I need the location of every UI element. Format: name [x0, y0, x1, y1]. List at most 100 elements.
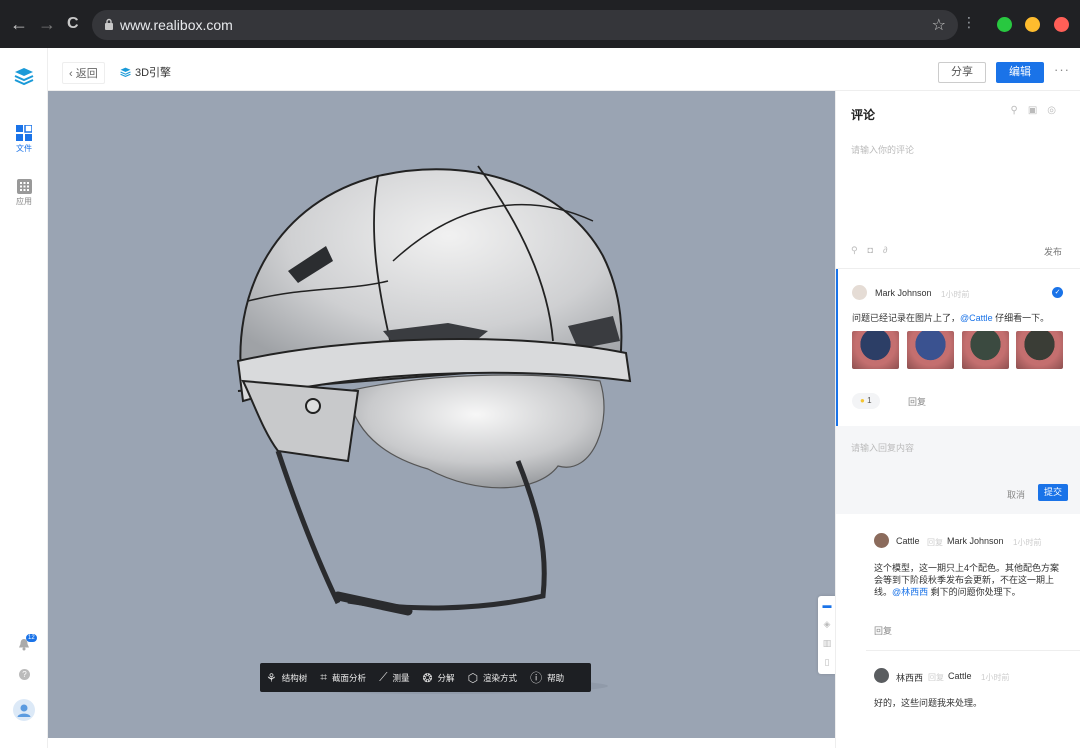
- chart-icon[interactable]: ▥: [818, 634, 836, 653]
- edit-button[interactable]: 编辑: [996, 62, 1044, 83]
- attachment-thumbnail[interactable]: [907, 331, 954, 369]
- document-icon[interactable]: ▯: [818, 653, 836, 672]
- reply-word: 回复: [927, 538, 943, 547]
- reply-text: 这个模型，这一期只上4个配色。其他配色方案 会等到下阶段秋季发布会更新，不在这一…: [874, 563, 1060, 597]
- engine-logo-icon: [120, 67, 131, 78]
- viewer-toolbar: ⚘ 结构树 ⌗ 截面分析 ⟋ 测量 ❂ 分解 ⬡ 渲染方式 ⓘ 帮助: [260, 663, 591, 692]
- explode-button[interactable]: ❂ 分解: [422, 671, 454, 685]
- avatar: [874, 668, 889, 683]
- window-maximize-button[interactable]: [997, 17, 1012, 32]
- submit-button[interactable]: 提交: [1038, 484, 1068, 501]
- tree-icon: ⚘: [266, 670, 277, 685]
- app-logo-icon[interactable]: [14, 66, 34, 86]
- mention-link[interactable]: @林西西: [892, 587, 928, 597]
- cube-icon: ⬡: [467, 670, 479, 685]
- back-button[interactable]: ‹ 返回: [62, 62, 105, 84]
- render-mode-button[interactable]: ⬡ 渲染方式: [468, 671, 518, 685]
- comment-input-tools: ⚲◘∂: [851, 245, 897, 256]
- mention-link[interactable]: @Cattle: [960, 313, 993, 323]
- help-icon: ⓘ: [530, 671, 543, 685]
- reply-text: 好的，这些问题我来处理。: [874, 698, 983, 708]
- back-arrow-icon[interactable]: ←: [10, 14, 28, 34]
- bookmark-star-icon[interactable]: ☆: [932, 15, 946, 35]
- comment-tab-icon[interactable]: ▬: [818, 596, 836, 615]
- back-label: 返回: [75, 68, 98, 80]
- forward-arrow-icon[interactable]: →: [38, 14, 56, 34]
- sidebar-item-label: 应用: [16, 197, 32, 206]
- measure-button[interactable]: ⟋ 测量: [379, 670, 409, 685]
- help-circle-icon[interactable]: ?: [19, 669, 30, 680]
- url-text: www.realibox.com: [120, 17, 233, 33]
- divider: [866, 650, 1080, 651]
- structure-tree-button[interactable]: ⚘ 结构树: [266, 671, 307, 685]
- window-close-button[interactable]: [1054, 17, 1069, 32]
- check-circle-icon[interactable]: ◎: [1047, 105, 1066, 116]
- apps-icon: [16, 179, 32, 194]
- camera-icon[interactable]: ◘: [868, 245, 883, 255]
- location-pin-icon[interactable]: ⚲: [851, 245, 868, 255]
- image-icon[interactable]: ▣: [1028, 105, 1047, 116]
- breadcrumb[interactable]: 3D引擎: [120, 64, 171, 80]
- user-avatar[interactable]: [13, 699, 35, 721]
- reply-input-area: 请输入回复内容 取消 提交: [836, 426, 1080, 514]
- sidebar-item-files[interactable]: 文件: [0, 124, 48, 154]
- resolved-check-icon[interactable]: ✓: [1052, 287, 1063, 298]
- reply-target[interactable]: Mark Johnson: [947, 536, 1004, 546]
- like-button[interactable]: ● 1: [852, 393, 880, 409]
- user-icon: [17, 704, 31, 717]
- reply-author[interactable]: Cattle: [896, 536, 920, 546]
- helmet-3d-model[interactable]: [48, 91, 835, 738]
- layers-icon[interactable]: ◈: [818, 615, 836, 634]
- chevron-left-icon: ‹: [69, 68, 76, 80]
- browser-chrome: ← → C www.realibox.com ☆ ⋮: [0, 0, 1080, 48]
- address-bar[interactable]: www.realibox.com ☆: [92, 10, 958, 40]
- comment-author[interactable]: Mark Johnson: [875, 288, 932, 298]
- reply-input[interactable]: 请输入回复内容: [851, 441, 914, 454]
- left-sidebar: 文件 应用 12 ?: [0, 48, 48, 748]
- section-analysis-button[interactable]: ⌗ 截面分析: [320, 670, 366, 685]
- help-button[interactable]: ⓘ 帮助: [530, 669, 564, 686]
- reply-word: 回复: [928, 673, 944, 682]
- notification-bell[interactable]: 12: [18, 634, 37, 656]
- share-button[interactable]: 分享: [938, 62, 986, 83]
- comment-text: 问题已经记录在图片上了，@Cattle 仔细看一下。: [852, 313, 1050, 323]
- breadcrumb-label: 3D引擎: [135, 67, 172, 79]
- window-minimize-button[interactable]: [1025, 17, 1040, 32]
- lock-icon: [105, 18, 113, 30]
- top-bar: ‹ 返回 3D引擎 分享 编辑 ···: [48, 48, 1080, 91]
- side-float-toolbar: ▬ ◈ ▥ ▯: [818, 596, 836, 674]
- reply-button[interactable]: 回复: [908, 395, 926, 408]
- panel-header-icons: ⚲▣◎: [1010, 105, 1066, 116]
- publish-button[interactable]: 发布: [1044, 245, 1062, 258]
- attachment-thumbnail[interactable]: [1016, 331, 1063, 369]
- attachment-icon[interactable]: ∂: [883, 245, 897, 255]
- cancel-button[interactable]: 取消: [1007, 488, 1025, 501]
- like-count: 1: [867, 396, 872, 405]
- lightbulb-icon: ●: [860, 396, 865, 405]
- more-menu-icon[interactable]: ···: [1054, 62, 1070, 77]
- attachment-thumbnail[interactable]: [852, 331, 899, 369]
- comment-input[interactable]: 请输入你的评论: [851, 143, 914, 156]
- browser-menu-icon[interactable]: ⋮: [962, 14, 976, 31]
- reply-time: 1小时前: [981, 673, 1010, 682]
- explode-icon: ❂: [422, 670, 433, 685]
- reply-target[interactable]: Cattle: [948, 671, 972, 681]
- search-icon[interactable]: ⚲: [1010, 105, 1027, 116]
- tool-label: 渲染方式: [483, 672, 518, 683]
- avatar: [852, 285, 867, 300]
- avatar: [874, 533, 889, 548]
- reply-button[interactable]: 回复: [874, 624, 892, 637]
- sidebar-item-apps[interactable]: 应用: [0, 179, 48, 207]
- sidebar-item-label: 文件: [16, 144, 32, 153]
- grid-icon: [16, 124, 33, 141]
- 3d-viewport[interactable]: ⚘ 结构树 ⌗ 截面分析 ⟋ 测量 ❂ 分解 ⬡ 渲染方式 ⓘ 帮助: [48, 91, 835, 738]
- reply-author[interactable]: 林西西: [896, 671, 923, 684]
- comment-time: 1小时前: [941, 290, 970, 299]
- tool-label: 结构树: [281, 672, 308, 683]
- reload-icon[interactable]: C: [67, 14, 79, 34]
- attachment-thumbnail[interactable]: [962, 331, 1009, 369]
- comment-thread: Mark Johnson 1小时前 ✓ 问题已经记录在图片上了，@Cattle …: [836, 269, 1080, 426]
- tool-label: 帮助: [547, 672, 565, 683]
- tool-label: 截面分析: [332, 672, 367, 683]
- tool-label: 分解: [437, 672, 455, 683]
